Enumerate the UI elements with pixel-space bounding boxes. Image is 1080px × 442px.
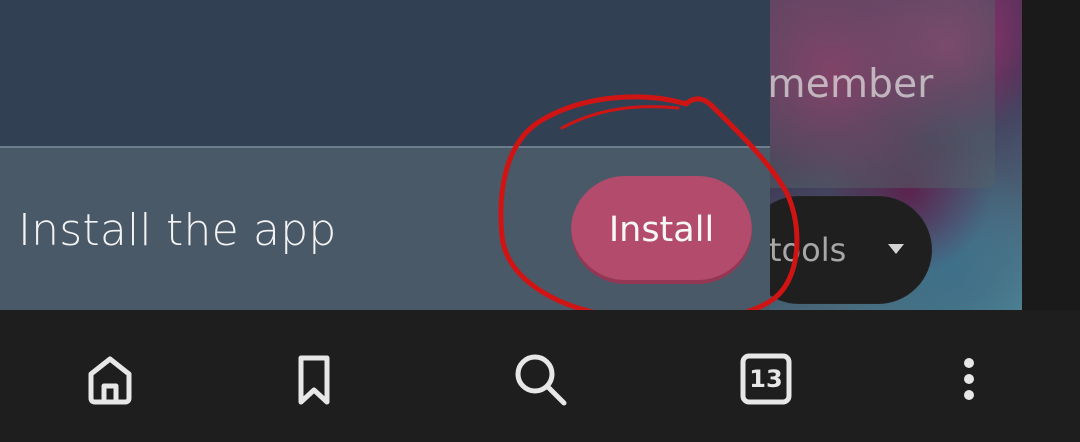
home-icon (81, 350, 139, 408)
bottom-navigation-bar: 13 (0, 310, 1080, 442)
caret-down-icon (888, 244, 904, 254)
background-member-card: g member (770, 0, 995, 188)
tabs-button[interactable]: 13 (731, 344, 801, 414)
background-card-text: g member (770, 62, 934, 107)
bookmark-icon (285, 350, 343, 408)
tabs-icon: 13 (737, 350, 795, 408)
more-vertical-icon (940, 350, 998, 408)
background-tools-label: tools (769, 231, 847, 269)
mobile-browser-screen: g member tools Install the app Install (0, 0, 1080, 442)
tab-count: 13 (749, 365, 783, 393)
home-button[interactable] (75, 344, 145, 414)
page-right-edge (1022, 0, 1080, 310)
bookmark-button[interactable] (279, 344, 349, 414)
install-button[interactable]: Install (571, 176, 752, 284)
background-tools-dropdown[interactable]: tools (745, 196, 932, 304)
install-banner-top (0, 0, 770, 146)
search-icon (509, 348, 571, 410)
install-app-prompt: Install the app (18, 205, 337, 256)
more-options-button[interactable] (934, 344, 1004, 414)
search-button[interactable] (505, 344, 575, 414)
